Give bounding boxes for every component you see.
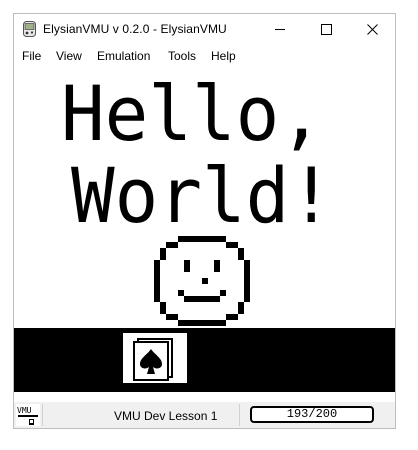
svg-text:VMU: VMU [17, 406, 32, 415]
screen-line-1: Hello, [61, 69, 323, 158]
menu-help[interactable]: Help [211, 49, 236, 63]
status-lesson-name: VMU Dev Lesson 1 [114, 409, 218, 423]
menu-file[interactable]: File [22, 49, 41, 63]
status-bar: VMU VMU Dev Lesson 1 193/200 [14, 402, 395, 428]
minimize-icon [275, 29, 285, 30]
smiley-face-icon [154, 236, 250, 326]
status-separator [239, 404, 240, 426]
vmu-device-icon: VMU [16, 404, 40, 426]
close-icon [367, 24, 378, 35]
menu-tools[interactable]: Tools [168, 49, 196, 63]
block-usage-counter: 193/200 [250, 406, 374, 423]
file-icon-panel [123, 333, 187, 383]
maximize-icon [321, 24, 332, 35]
close-button[interactable] [349, 14, 395, 45]
vmu-lcd-screen: Hello, World! [14, 66, 395, 328]
menu-emulation[interactable]: Emulation [97, 49, 150, 63]
status-separator [42, 404, 43, 426]
title-bar[interactable]: ElysianVMU v 0.2.0 - ElysianVMU [14, 14, 395, 46]
vmu-app-icon [23, 21, 36, 37]
menu-view[interactable]: View [56, 49, 82, 63]
window-title: ElysianVMU v 0.2.0 - ElysianVMU [43, 22, 227, 36]
vmu-icon-strip [14, 328, 395, 392]
menu-bar: File View Emulation Tools Help [14, 46, 395, 66]
screen-line-2: World! [71, 151, 333, 240]
maximize-button[interactable] [303, 14, 349, 45]
app-window: ElysianVMU v 0.2.0 - ElysianVMU File Vie… [13, 13, 396, 429]
file-spade-icon [133, 338, 173, 381]
minimize-button[interactable] [257, 14, 303, 45]
